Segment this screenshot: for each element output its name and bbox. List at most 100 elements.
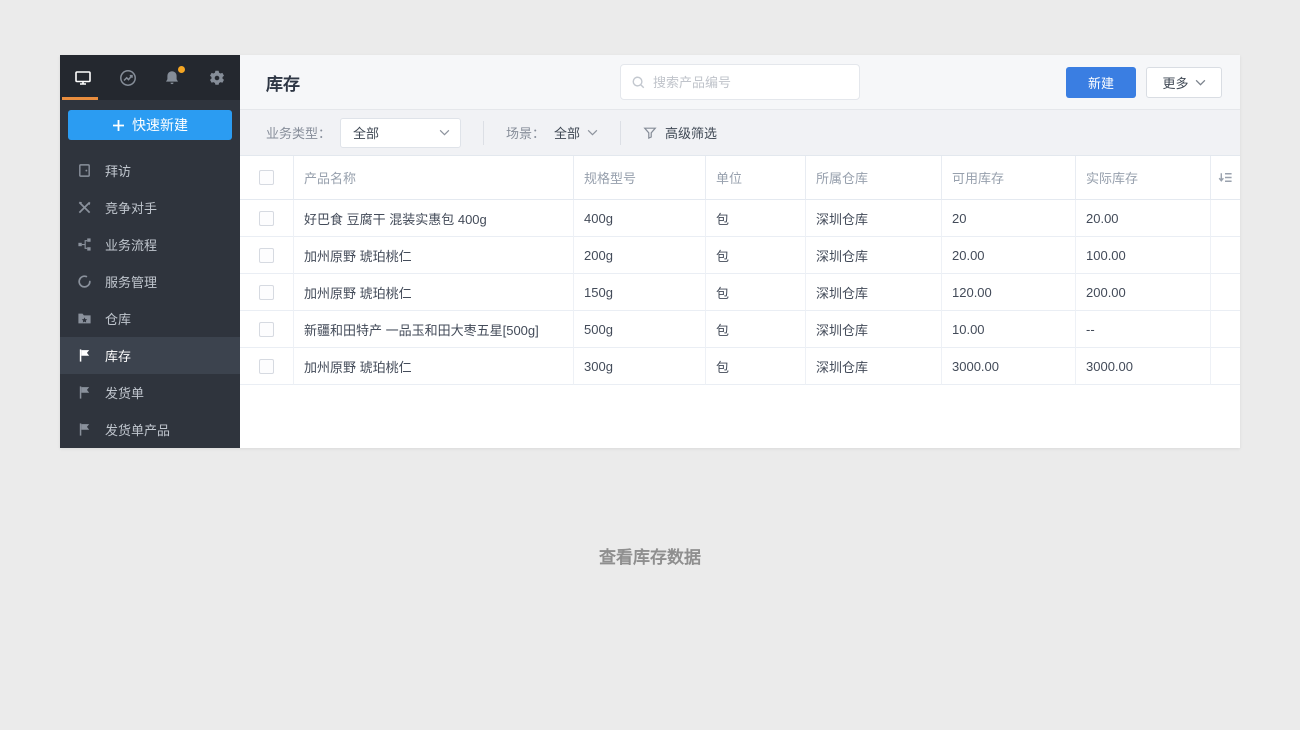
cell-actual-stock: 3000.00	[1075, 348, 1210, 385]
cell-warehouse: 深圳仓库	[805, 348, 941, 385]
sidebar-item-visit[interactable]: 拜访	[60, 152, 240, 189]
notification-dot	[178, 65, 186, 73]
sidebar-item-process[interactable]: 业务流程	[60, 226, 240, 263]
sidebar-item-label: 业务流程	[105, 238, 158, 253]
chevron-down-icon	[439, 129, 450, 136]
cell-available-stock: 10.00	[941, 311, 1075, 348]
cell-unit: 包	[705, 348, 805, 385]
cell-spec: 200g	[573, 237, 705, 274]
row-checkbox[interactable]	[259, 284, 274, 300]
new-button[interactable]: 新建	[1066, 66, 1136, 98]
quick-create-label: 快速新建	[132, 117, 188, 133]
sidebar: 快速新建 拜访 竞争对手 业务流程 服务管理 仓库 库存 发货单 发货单产品	[60, 55, 240, 448]
sidebar-item-shipping-order-products[interactable]: 发货单产品	[60, 411, 240, 448]
column-header-actual-stock: 实际库存	[1075, 156, 1210, 200]
business-type-label: 业务类型：	[266, 126, 332, 141]
table-header-row: 产品名称 规格型号 单位 所属仓库 可用库存 实际库存	[240, 156, 1240, 200]
sidebar-item-shipping-order[interactable]: 发货单	[60, 374, 240, 411]
cell-warehouse: 深圳仓库	[805, 200, 941, 237]
cell-unit: 包	[705, 311, 805, 348]
cell-actual-stock: --	[1075, 311, 1210, 348]
cell-unit: 包	[705, 200, 805, 237]
more-button[interactable]: 更多	[1146, 66, 1222, 98]
sidebar-item-label: 拜访	[105, 164, 132, 179]
content-header: 库存 新建 更多	[240, 55, 1240, 109]
column-header-warehouse: 所属仓库	[805, 156, 941, 200]
more-button-label: 更多	[1162, 75, 1189, 91]
divider	[483, 120, 485, 145]
chevron-down-icon	[1195, 79, 1205, 86]
cell-product-name: 加州原野 琥珀桃仁	[293, 348, 573, 385]
cell-warehouse: 深圳仓库	[805, 311, 941, 348]
caption: 查看库存数据	[599, 548, 701, 567]
sidebar-item-warehouse[interactable]: 仓库	[60, 300, 240, 337]
business-type-value: 全部	[353, 126, 380, 141]
filter-bar: 业务类型： 全部 场景： 全部 高级筛选	[240, 109, 1240, 155]
column-settings-icon[interactable]	[1210, 156, 1240, 200]
row-checkbox[interactable]	[259, 210, 274, 226]
divider	[620, 120, 622, 145]
table-row[interactable]: 新疆和田特产 一品玉和田大枣五星[500g] 500g 包 深圳仓库 10.00…	[240, 311, 1240, 348]
select-all-checkbox[interactable]	[259, 170, 274, 185]
column-header-spec: 规格型号	[573, 156, 705, 200]
sidebar-item-label: 服务管理	[105, 275, 158, 290]
sidebar-menu: 拜访 竞争对手 业务流程 服务管理 仓库 库存 发货单 发货单产品	[60, 152, 240, 448]
advanced-filter-button[interactable]: 高级筛选	[643, 123, 717, 142]
table-row[interactable]: 加州原野 琥珀桃仁 150g 包 深圳仓库 120.00 200.00	[240, 274, 1240, 311]
table-row[interactable]: 加州原野 琥珀桃仁 300g 包 深圳仓库 3000.00 3000.00	[240, 348, 1240, 385]
flow-icon	[76, 237, 92, 253]
crossed-tools-icon	[76, 200, 92, 216]
scene-value: 全部	[554, 126, 581, 141]
sidebar-item-competitors[interactable]: 竞争对手	[60, 189, 240, 226]
app-window: 快速新建 拜访 竞争对手 业务流程 服务管理 仓库 库存 发货单 发货单产品 库…	[60, 55, 1240, 448]
cell-spec: 500g	[573, 311, 705, 348]
column-header-product-name: 产品名称	[293, 156, 573, 200]
row-checkbox[interactable]	[259, 321, 274, 337]
row-checkbox[interactable]	[259, 358, 274, 374]
search-input[interactable]	[653, 74, 849, 90]
advanced-filter-label: 高级筛选	[665, 126, 718, 141]
inventory-table: 产品名称 规格型号 单位 所属仓库 可用库存 实际库存 好巴食 豆腐干 混装实惠…	[240, 155, 1240, 385]
cell-product-name: 好巴食 豆腐干 混装实惠包 400g	[293, 200, 573, 237]
quick-create-button[interactable]: 快速新建	[68, 110, 232, 140]
main-content: 库存 新建 更多 业务类型： 全部 场景：	[240, 55, 1240, 448]
scene-select[interactable]: 全部	[554, 123, 598, 142]
cell-product-name: 加州原野 琥珀桃仁	[293, 237, 573, 274]
trend-icon[interactable]	[117, 67, 139, 89]
folder-star-icon	[76, 311, 92, 327]
sidebar-item-service[interactable]: 服务管理	[60, 263, 240, 300]
business-type-select[interactable]: 全部	[340, 117, 462, 148]
cell-unit: 包	[705, 274, 805, 311]
loop-icon	[76, 274, 92, 290]
bell-icon[interactable]	[161, 65, 186, 89]
cell-unit: 包	[705, 237, 805, 274]
search-box	[620, 64, 860, 100]
cell-spec: 400g	[573, 200, 705, 237]
cell-product-name: 新疆和田特产 一品玉和田大枣五星[500g]	[293, 311, 573, 348]
row-checkbox[interactable]	[259, 247, 274, 263]
cell-available-stock: 3000.00	[941, 348, 1075, 385]
door-icon	[76, 163, 92, 179]
monitor-icon[interactable]	[72, 67, 94, 89]
page-title: 库存	[266, 74, 300, 94]
scene-label: 场景：	[506, 126, 546, 141]
cell-available-stock: 20.00	[941, 237, 1075, 274]
table-row[interactable]: 好巴食 豆腐干 混装实惠包 400g 400g 包 深圳仓库 20 20.00	[240, 200, 1240, 237]
flag-icon	[76, 422, 92, 438]
cell-spec: 150g	[573, 274, 705, 311]
cell-actual-stock: 100.00	[1075, 237, 1210, 274]
cell-actual-stock: 200.00	[1075, 274, 1210, 311]
sidebar-item-label: 库存	[105, 349, 132, 364]
cell-warehouse: 深圳仓库	[805, 237, 941, 274]
cell-available-stock: 120.00	[941, 274, 1075, 311]
header-buttons: 新建 更多	[1066, 66, 1222, 98]
column-header-unit: 单位	[705, 156, 805, 200]
active-tab-underline	[62, 97, 98, 100]
flag-icon	[76, 385, 92, 401]
sidebar-item-inventory[interactable]: 库存	[60, 337, 240, 374]
flag-icon	[76, 348, 92, 364]
gear-icon[interactable]	[206, 67, 228, 89]
table-row[interactable]: 加州原野 琥珀桃仁 200g 包 深圳仓库 20.00 100.00	[240, 237, 1240, 274]
cell-warehouse: 深圳仓库	[805, 274, 941, 311]
funnel-icon	[643, 127, 657, 139]
